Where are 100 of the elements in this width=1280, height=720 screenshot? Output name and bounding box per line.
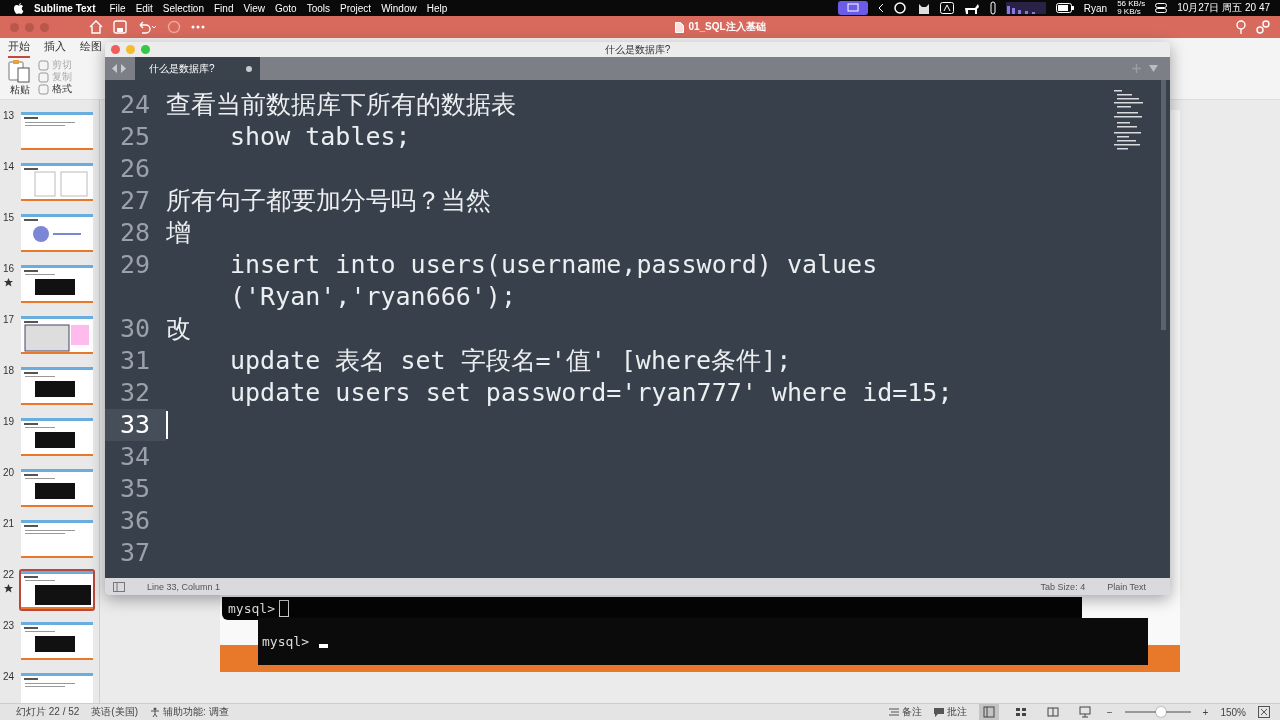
clock[interactable]: 10月27日 周五 20 47 [1177,1,1270,15]
battery-icon[interactable] [1055,3,1074,13]
clipboard-icon [8,59,32,83]
slide-number: 19 [2,416,15,427]
cursor-icon [318,643,328,648]
menu-item[interactable]: Sublime Text [34,2,96,14]
menu-item[interactable]: Project [340,2,372,14]
apple-icon[interactable] [14,2,24,14]
menu-item[interactable]: Selection [162,2,204,14]
slide-number: 15 [2,212,15,223]
paste-button[interactable]: 粘贴 [8,59,32,96]
code-line: update users set password='ryan777' where id=15; [230,377,953,409]
line-number: 37 [118,537,151,569]
code-line: insert into users(username,password) values [230,249,878,281]
undo-icon[interactable] [137,20,157,34]
screen-icon[interactable] [837,1,868,15]
menu-item[interactable]: Help [426,2,448,14]
slideshow-view-icon [1078,706,1091,718]
cursor-position: Line 33, Column 1 [147,581,221,592]
accessibility-button[interactable]: 辅助功能: 调查 [150,705,229,719]
line-number: 27 [118,185,151,217]
line-number: 36 [118,505,151,537]
notes-icon [888,708,899,716]
terminal-prompt: mysql> [228,601,275,616]
notes-button[interactable]: 备注 [888,705,922,719]
user-name[interactable]: Ryan [1083,2,1108,14]
person-icon [150,707,161,717]
sorter-view-icon [1014,706,1027,718]
sidebar-toggle-icon[interactable] [113,581,125,592]
more-icon[interactable] [191,25,205,29]
code-line: 增 [166,217,191,249]
slide-number: 23 [2,620,15,631]
text-cursor [166,411,168,439]
zoom-in-button[interactable]: + [1202,706,1209,718]
activity-graph-icon[interactable] [1005,2,1046,14]
terminal-prompt: mysql> [262,634,309,649]
code-line: 查看当前数据库下所有的数据表 [166,89,516,121]
line-number: 29 [118,249,151,281]
reading-view-icon [1046,706,1059,718]
upload-speed: 56 KB/s [1117,0,1146,8]
zoom-out-button[interactable]: − [1106,706,1113,718]
menu-item[interactable]: Edit [135,2,153,14]
language-indicator[interactable]: 英语(美国) [91,705,139,719]
home-icon[interactable] [89,20,103,34]
comment-icon [933,707,944,717]
code-line: show tables; [230,121,411,153]
menu-item[interactable]: View [243,2,265,14]
window-title: 什么是数据库? [603,42,672,57]
control-center-icon[interactable] [1155,3,1168,13]
chevron-left-icon[interactable] [877,3,884,13]
keyboard-letter-icon[interactable] [939,2,954,14]
save-icon[interactable] [113,20,127,34]
line-number: 28 [118,217,151,249]
editor-tab[interactable]: 什么是数据库? [135,57,260,80]
slide-number: 17 [2,314,15,325]
slide-number: 14 [2,161,15,172]
document-icon [675,21,685,33]
scrollbar[interactable] [1161,80,1166,330]
comments-button[interactable]: 批注 [933,705,967,719]
dropdown-icon[interactable] [1149,65,1158,72]
ribbon-tab[interactable]: 开始 [8,36,30,58]
slide-number: 21 [2,518,15,529]
navigation-arrows-icon[interactable] [111,64,127,73]
menu-item[interactable]: Window [381,2,417,14]
slide-thumbnail[interactable] [19,569,95,611]
slide-counter: 幻灯片 22 / 52 [16,705,80,719]
zoom-level[interactable]: 150% [1220,706,1246,718]
line-number: 33 [105,409,166,441]
ribbon-tab[interactable]: 绘图 [80,36,102,58]
fit-window-icon[interactable] [1258,706,1270,718]
tab-size-button[interactable]: Tab Size: 4 [1040,581,1086,592]
line-number: 24 [118,89,151,121]
document-title: 01_SQL注入基础 [688,20,766,34]
slide-number: 24 [2,671,15,682]
menu-item[interactable]: Tools [306,2,330,14]
cursor-icon [278,600,289,617]
code-line: ('Ryan','ryan666'); [230,281,517,313]
menu-item[interactable]: Goto [274,2,297,14]
menu-item[interactable]: File [109,2,126,14]
line-number: 31 [118,345,151,377]
slide-number: 20 [2,467,15,478]
normal-view-icon [982,706,995,718]
line-number: 26 [118,153,151,185]
line-number: 25 [118,121,151,153]
slide-number: 13 [2,110,15,121]
code-line: 所有句子都要加分号吗？当然 [166,185,491,217]
slide-number: 16 [2,263,15,274]
share-icon[interactable] [1256,20,1270,34]
star-icon [4,278,13,287]
view-button[interactable] [978,704,999,720]
syntax-button[interactable]: Plain Text [1107,581,1146,592]
line-number: 32 [118,377,151,409]
menu-item[interactable]: Find [214,2,234,14]
line-number: 30 [118,313,151,345]
format-painter-button[interactable]: 格式 [38,83,72,95]
star-icon [4,584,13,593]
ribbon-tab[interactable]: 插入 [44,36,66,58]
line-number: 35 [118,473,151,505]
download-speed: 9 KB/s [1117,8,1142,16]
cat-icon[interactable] [917,2,930,14]
